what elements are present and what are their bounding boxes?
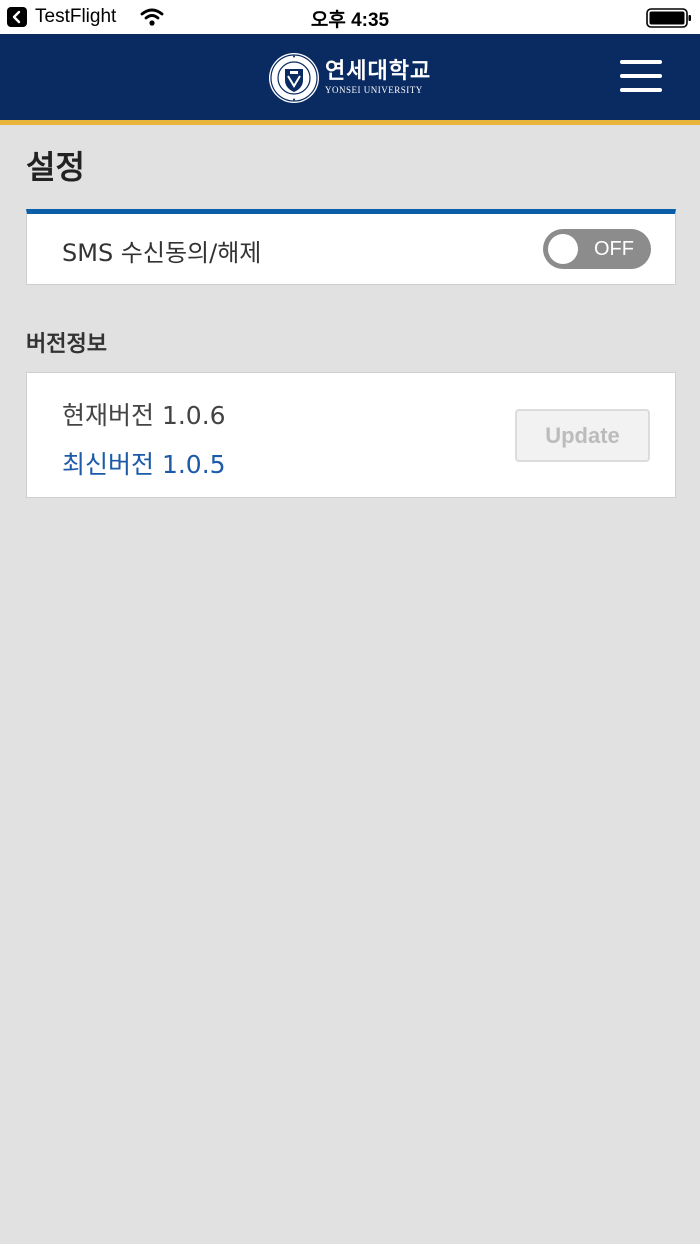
toggle-state-label: OFF bbox=[594, 238, 634, 260]
logo-korean-text: 연세대학교 bbox=[325, 59, 432, 84]
status-bar: TestFlight 오후 4:35 bbox=[0, 0, 700, 34]
sms-consent-card: SMS 수신동의/해제 OFF bbox=[26, 209, 676, 285]
battery-icon bbox=[646, 8, 691, 28]
status-time: 오후 4:35 bbox=[310, 10, 390, 31]
yonsei-logo[interactable]: 연세대학교 YONSEI UNIVERSITY bbox=[268, 51, 431, 105]
latest-version: 최신버전 1.0.5 bbox=[62, 450, 226, 479]
current-version: 현재버전 1.0.6 bbox=[62, 401, 226, 430]
logo-english-text: YONSEI UNIVERSITY bbox=[325, 85, 423, 95]
toggle-knob bbox=[548, 234, 578, 264]
hamburger-menu-icon bbox=[620, 60, 662, 64]
yonsei-seal-icon bbox=[269, 53, 319, 103]
version-info-card: 현재버전 1.0.6 최신버전 1.0.5 Update bbox=[26, 372, 676, 498]
app-header: 연세대학교 YONSEI UNIVERSITY bbox=[0, 34, 700, 122]
sms-consent-label: SMS 수신동의/해제 bbox=[62, 239, 262, 267]
update-button[interactable]: Update bbox=[515, 409, 650, 462]
hamburger-menu-button[interactable] bbox=[620, 60, 664, 96]
sms-consent-toggle[interactable]: OFF bbox=[543, 229, 651, 269]
version-section-title: 버전정보 bbox=[26, 332, 107, 357]
page-title: 설정 bbox=[26, 148, 85, 186]
header-accent-bar bbox=[0, 120, 700, 125]
